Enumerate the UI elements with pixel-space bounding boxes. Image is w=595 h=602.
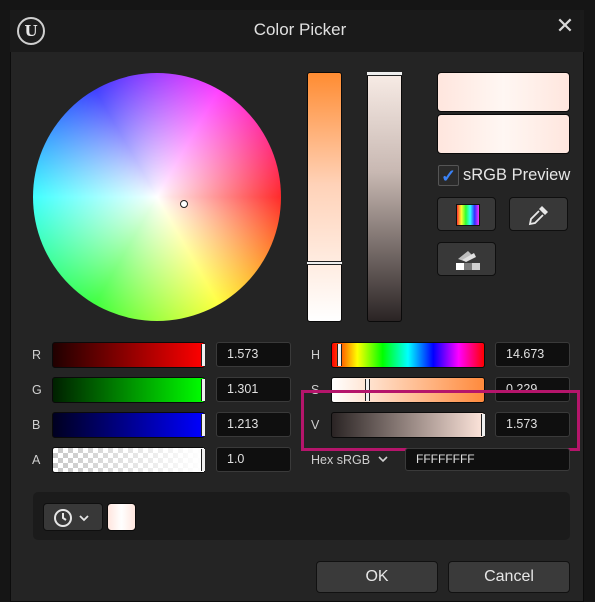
cancel-button[interactable]: Cancel xyxy=(448,561,570,593)
ok-button[interactable]: OK xyxy=(316,561,438,593)
color-wheel[interactable] xyxy=(33,73,281,321)
b-slider-handle[interactable] xyxy=(201,414,206,436)
value-bar[interactable] xyxy=(367,72,402,322)
highlight-box xyxy=(301,390,580,451)
b-value-field[interactable]: 1.213 xyxy=(216,412,291,437)
value-bar-handle[interactable] xyxy=(367,72,402,76)
g-slider-handle[interactable] xyxy=(201,379,206,401)
r-label: R xyxy=(32,348,42,362)
eyedropper-button[interactable] xyxy=(509,197,568,231)
hex-value-field[interactable]: FFFFFFFF xyxy=(405,448,570,471)
color-spectrum-button[interactable] xyxy=(437,197,496,231)
h-label: H xyxy=(311,348,321,362)
old-color-swatch xyxy=(437,114,570,154)
new-color-swatch xyxy=(437,72,570,112)
g-label: G xyxy=(32,383,42,397)
hex-mode-label: Hex sRGB xyxy=(311,453,371,467)
g-value-field[interactable]: 1.301 xyxy=(216,377,291,402)
a-value-field[interactable]: 1.0 xyxy=(216,447,291,472)
color-spectrum-icon xyxy=(456,204,480,226)
saturation-bar-handle[interactable] xyxy=(307,261,342,265)
close-icon[interactable]: ✕ xyxy=(553,14,577,38)
theme-button[interactable] xyxy=(437,242,496,276)
b-slider[interactable] xyxy=(52,412,205,438)
clock-icon xyxy=(54,509,72,527)
a-slider[interactable] xyxy=(52,447,205,473)
srgb-preview-checkbox[interactable]: ✓ xyxy=(438,165,459,186)
a-label: A xyxy=(32,453,41,467)
history-color-swatch[interactable] xyxy=(107,503,136,531)
chevron-down-icon xyxy=(79,515,89,522)
saturation-bar[interactable] xyxy=(307,72,342,322)
b-label: B xyxy=(32,418,41,432)
h-slider-handle[interactable] xyxy=(337,344,342,366)
r-slider-handle[interactable] xyxy=(201,344,206,366)
h-slider[interactable] xyxy=(331,342,485,368)
theme-icon xyxy=(456,251,480,270)
color-wheel-cursor[interactable] xyxy=(180,200,188,208)
srgb-preview-label: sRGB Preview xyxy=(463,166,571,184)
a-slider-handle[interactable] xyxy=(201,449,206,471)
r-slider[interactable] xyxy=(52,342,205,368)
unreal-logo-icon: U xyxy=(17,17,45,45)
chevron-down-icon xyxy=(377,456,388,463)
g-slider[interactable] xyxy=(52,377,205,403)
h-value-field[interactable]: 14.673 xyxy=(495,342,570,367)
window-title: Color Picker xyxy=(253,20,347,39)
eyedropper-icon xyxy=(528,206,548,226)
r-value-field[interactable]: 1.573 xyxy=(216,342,291,367)
history-dropdown-button[interactable] xyxy=(43,503,103,531)
hex-mode-dropdown[interactable]: Hex sRGB xyxy=(311,453,389,467)
